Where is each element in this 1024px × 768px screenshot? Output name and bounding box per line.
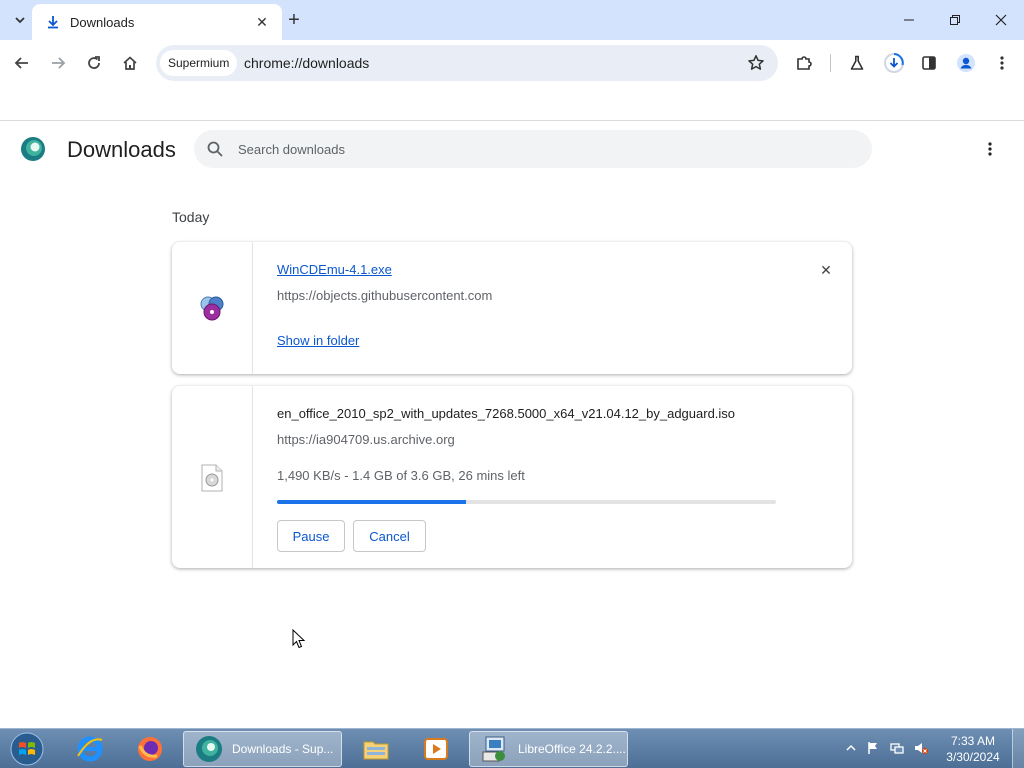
windows-logo-icon [10,732,44,766]
home-button[interactable] [114,47,146,79]
close-icon [995,14,1007,26]
flask-icon [850,55,864,70]
taskbar-firefox[interactable] [124,731,176,767]
system-clock[interactable]: 7:33 AM 3/30/2024 [940,733,1006,765]
chevron-down-icon [15,17,25,24]
puzzle-icon [797,56,812,70]
back-button[interactable] [6,47,38,79]
date-section-label: Today [172,209,210,225]
close-window-button[interactable] [978,0,1024,40]
tab-strip: Downloads ✕ + [0,0,1024,40]
minimize-button[interactable] [886,0,932,40]
download-item: en_office_2010_sp2_with_updates_7268.500… [172,386,852,568]
labs-button[interactable] [841,47,873,79]
download-progress-fill [277,500,466,504]
media-player-icon [424,738,448,760]
libreoffice-icon [482,736,505,762]
network-icon[interactable] [890,741,904,755]
file-icon-column [172,386,253,568]
start-button[interactable] [4,731,50,767]
download-item: WinCDEmu-4.1.exe https://objects.githubu… [172,242,852,374]
pause-button[interactable]: Pause [277,520,345,552]
minimize-icon [904,19,914,21]
windows-taskbar: Downloads - Sup... LibreOffice 24.2.2...… [0,728,1024,768]
header-divider [0,120,1024,121]
address-bar[interactable]: Supermium chrome://downloads [156,45,778,81]
arrow-left-icon [14,57,28,69]
mouse-cursor-icon [292,629,306,649]
new-tab-button[interactable]: + [282,8,306,32]
taskbar-item-libreoffice[interactable]: LibreOffice 24.2.2.... [469,731,628,767]
taskbar-item-label: Downloads - Sup... [232,742,334,756]
reload-icon [88,56,100,69]
side-panel-button[interactable] [913,47,945,79]
downloads-toolbar-button[interactable] [878,47,910,79]
extensions-button[interactable] [788,47,820,79]
tab-downloads[interactable]: Downloads ✕ [32,4,282,40]
clock-date: 3/30/2024 [946,750,1000,764]
tab-search-button[interactable] [8,8,32,32]
taskbar-media-player[interactable] [410,731,462,767]
supermium-icon [196,736,222,762]
bookmark-star-icon[interactable] [744,51,768,75]
taskbar-item-label: LibreOffice 24.2.2.... [518,742,626,756]
cancel-button[interactable]: Cancel [353,520,426,552]
show-in-folder-link[interactable]: Show in folder [277,333,359,348]
supermium-logo-icon [21,137,45,161]
wincdemu-file-icon [200,296,224,321]
avatar-icon [957,54,975,72]
profile-button[interactable] [950,47,982,79]
restore-button[interactable] [932,0,978,40]
site-chip[interactable]: Supermium [160,50,238,76]
volume-muted-icon[interactable] [914,741,928,755]
folder-icon [363,741,389,760]
home-icon [123,56,137,70]
toolbar-separator [830,54,831,72]
remove-item-close-icon[interactable]: ✕ [816,260,836,280]
taskbar-item-downloads[interactable]: Downloads - Sup... [183,731,342,767]
menu-button[interactable] [986,47,1018,79]
taskbar-internet-explorer[interactable] [64,731,116,767]
firefox-icon [138,737,162,761]
tab-close-icon[interactable]: ✕ [252,12,272,32]
reload-button[interactable] [78,47,110,79]
download-progress-icon [884,53,904,73]
restore-icon [950,15,960,25]
browser-toolbar: Supermium chrome://downloads [0,40,1024,86]
search-box[interactable] [194,130,872,168]
forward-button[interactable] [42,47,74,79]
file-icon-column [172,242,253,374]
side-panel-icon [922,56,936,70]
search-input[interactable] [238,130,838,168]
file-source-url: https://ia904709.us.archive.org [277,432,455,447]
tab-title: Downloads [70,14,135,30]
taskbar-explorer[interactable] [350,731,402,767]
more-vert-icon [988,142,992,156]
url-text[interactable]: chrome://downloads [244,45,369,81]
show-desktop-button[interactable] [1012,729,1024,768]
download-progress-bar [277,500,776,504]
file-source-url: https://objects.githubusercontent.com [277,288,493,303]
download-status: 1,490 KB/s - 1.4 GB of 3.6 GB, 26 mins l… [277,468,525,483]
more-vert-icon [1000,56,1004,70]
more-actions-button[interactable] [978,137,1002,161]
action-center-flag-icon[interactable] [866,741,880,755]
show-hidden-icons-chevron-icon[interactable] [844,741,858,755]
search-icon [207,141,223,157]
internet-explorer-icon [77,736,103,762]
iso-file-icon [201,464,223,492]
file-name-link[interactable]: WinCDEmu-4.1.exe [277,262,392,277]
file-name[interactable]: en_office_2010_sp2_with_updates_7268.500… [277,406,735,421]
arrow-right-icon [52,57,66,69]
download-icon [48,16,58,29]
page-title: Downloads [67,137,176,162]
clock-time: 7:33 AM [950,734,996,748]
